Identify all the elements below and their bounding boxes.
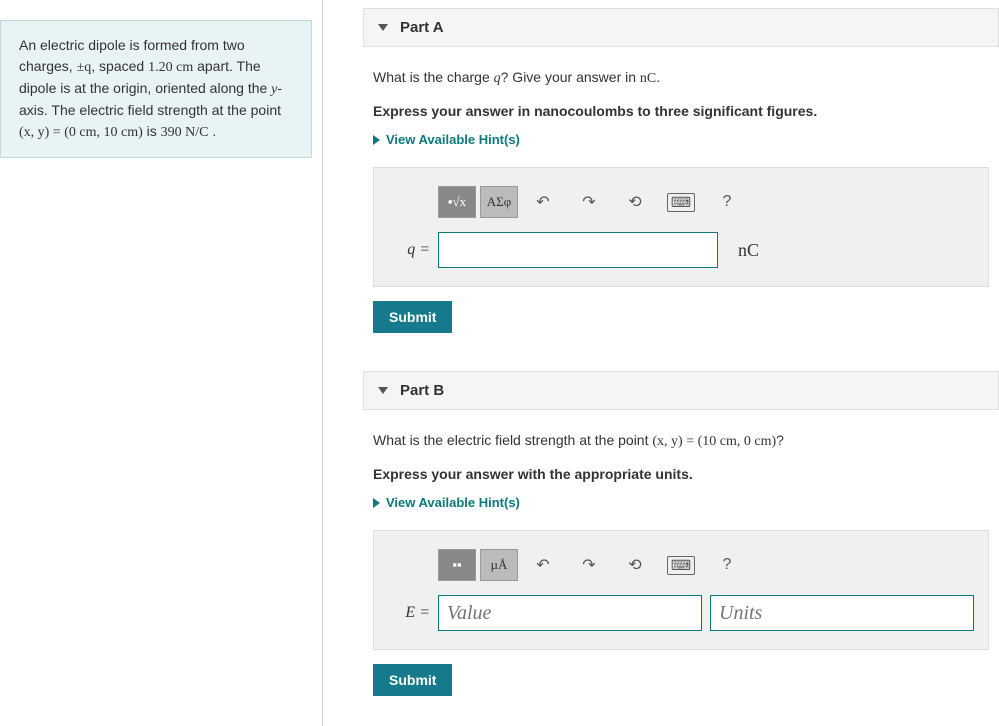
redo-icon[interactable]: ↷ (572, 188, 606, 216)
part-b-title: Part B (400, 382, 444, 399)
part-a-answer-input[interactable] (438, 232, 718, 268)
reset-icon[interactable]: ⟲ (618, 551, 652, 579)
part-a-var-label: q = (388, 241, 438, 259)
part-b-var-label: E = (388, 604, 438, 622)
part-a-header[interactable]: Part A (363, 8, 999, 47)
collapse-icon (378, 24, 388, 31)
reset-icon[interactable]: ⟲ (618, 188, 652, 216)
part-b-units-input[interactable] (710, 595, 974, 631)
part-a-question: What is the charge q? Give your answer i… (373, 67, 989, 89)
part-b-content: What is the electric field strength at t… (363, 410, 999, 726)
part-b-answer-box: ▪▪ µÅ ↶ ↷ ⟲ ⌨ ? E = (373, 530, 989, 650)
part-a-answer-box: ▪√x ΑΣφ ↶ ↷ ⟲ ⌨ ? q = nC (373, 167, 989, 287)
charge-symbol: ±q (77, 60, 92, 75)
redo-icon[interactable]: ↷ (572, 551, 606, 579)
part-a-submit-button[interactable]: Submit (373, 301, 452, 333)
part-a-hints-link[interactable]: View Available Hint(s) (373, 132, 989, 147)
part-b-toolbar: ▪▪ µÅ ↶ ↷ ⟲ ⌨ ? (438, 549, 974, 581)
part-b-header[interactable]: Part B (363, 371, 999, 410)
part-b-value-input[interactable] (438, 595, 702, 631)
keyboard-icon[interactable]: ⌨ (664, 551, 698, 579)
units-button[interactable]: µÅ (480, 549, 518, 581)
part-b-question: What is the electric field strength at t… (373, 430, 989, 452)
part-a-title: Part A (400, 19, 444, 36)
part-a-unit-label: nC (738, 240, 759, 261)
part-b-submit-button[interactable]: Submit (373, 664, 452, 696)
part-b-instruction: Express your answer with the appropriate… (373, 464, 989, 485)
greek-button[interactable]: ΑΣφ (480, 186, 518, 218)
part-a-content: What is the charge q? Give your answer i… (363, 47, 999, 363)
undo-icon[interactable]: ↶ (526, 188, 560, 216)
problem-statement: An electric dipole is formed from two ch… (0, 20, 312, 158)
undo-icon[interactable]: ↶ (526, 551, 560, 579)
expand-icon (373, 498, 380, 508)
part-b-hints-link[interactable]: View Available Hint(s) (373, 495, 989, 510)
part-a-instruction: Express your answer in nanocoulombs to t… (373, 101, 989, 122)
help-icon[interactable]: ? (710, 551, 744, 579)
help-icon[interactable]: ? (710, 188, 744, 216)
fraction-button[interactable]: ▪▪ (438, 549, 476, 581)
expand-icon (373, 135, 380, 145)
keyboard-icon[interactable]: ⌨ (664, 188, 698, 216)
math-template-button[interactable]: ▪√x (438, 186, 476, 218)
part-a-toolbar: ▪√x ΑΣφ ↶ ↷ ⟲ ⌨ ? (438, 186, 974, 218)
collapse-icon (378, 387, 388, 394)
